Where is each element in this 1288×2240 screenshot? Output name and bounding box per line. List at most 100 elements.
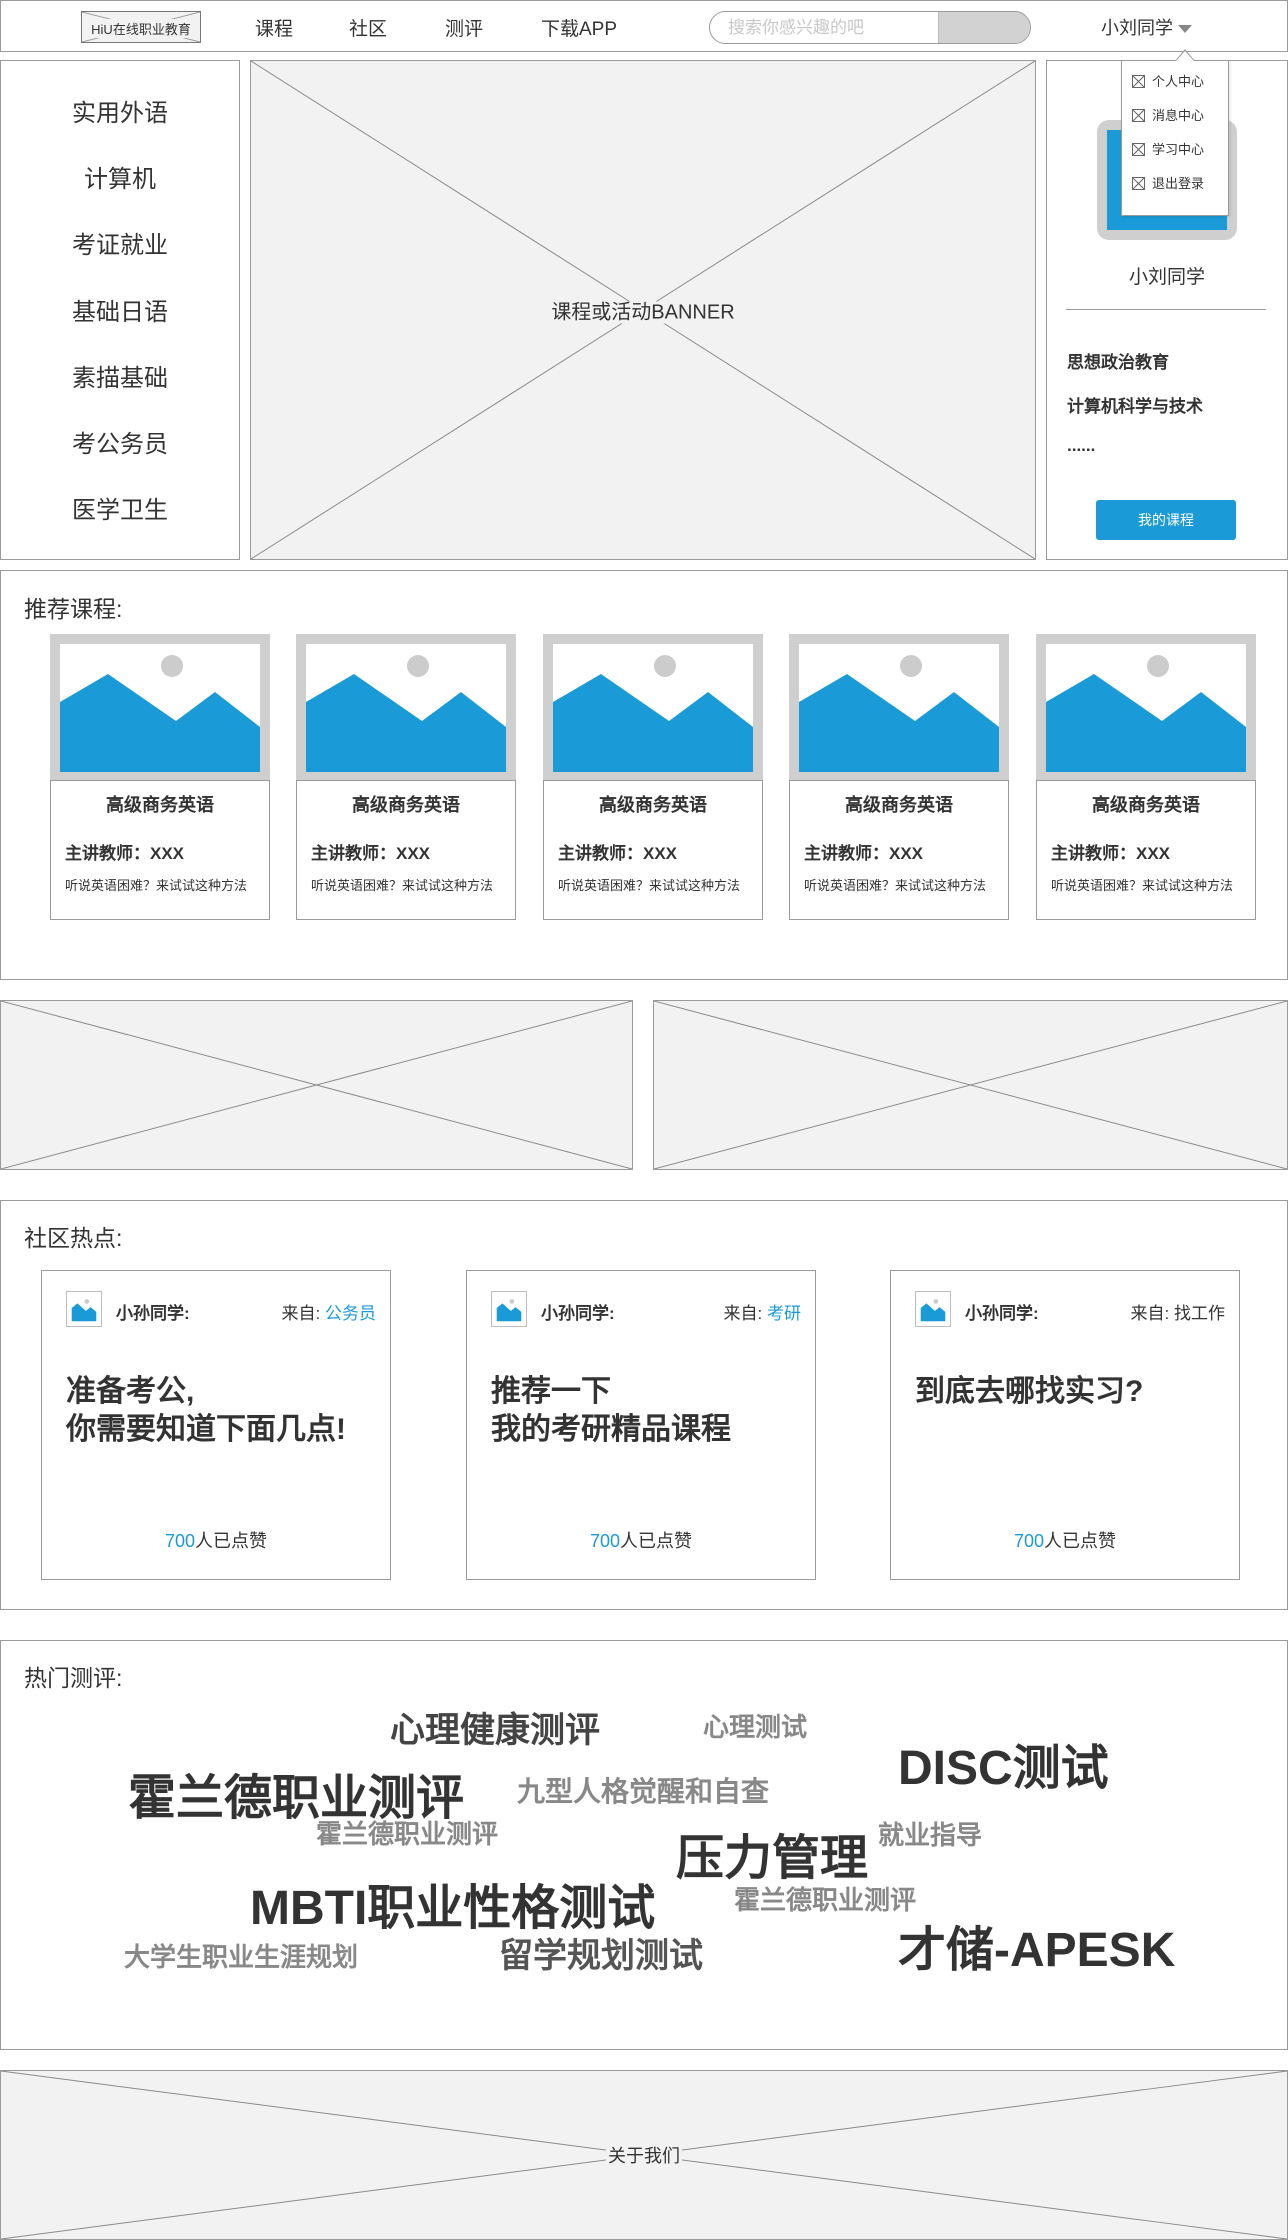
nav-community[interactable]: 社区 [349, 14, 387, 41]
profile-course-item[interactable]: 思想政治教育 [1067, 348, 1169, 373]
assessment-tag[interactable]: 霍兰德职业测评 [316, 1814, 498, 1851]
post-source-tag[interactable]: 考研 [767, 1304, 801, 1323]
post-title-line: 推荐一下 [491, 1375, 611, 1408]
image-icon [1046, 655, 1246, 772]
assessment-tag[interactable]: 九型人格觉醒和自查 [517, 1770, 769, 1810]
banner-caption: 课程或活动BANNER [549, 301, 737, 324]
nav-download-app[interactable]: 下载APP [541, 14, 617, 41]
post-source-tag[interactable]: 找工作 [1174, 1304, 1225, 1323]
course-description: 听说英语困难？来试试这种方法 [1051, 878, 1234, 893]
user-menu[interactable]: 小刘同学 [1101, 14, 1192, 40]
assessment-tag[interactable]: 大学生职业生涯规划 [124, 1937, 358, 1974]
post-likes-text: 人已点赞 [620, 1531, 693, 1551]
dropdown-item-messages[interactable]: 消息中心 [1132, 105, 1204, 124]
assessment-tag[interactable]: 才储-APESK [898, 1910, 1175, 1980]
ad-banner-right[interactable] [653, 1000, 1288, 1170]
course-teacher: 主讲教师：XXX [65, 844, 185, 863]
image-icon [553, 655, 753, 772]
assessment-tag[interactable]: 霍兰德职业测评 [734, 1880, 916, 1917]
my-courses-button[interactable]: 我的课程 [1096, 500, 1236, 540]
category-item-foreign-language[interactable]: 实用外语 [1, 93, 239, 128]
post-source: 来自: 找工作 [1131, 1299, 1225, 1324]
assessment-tag[interactable]: DISC测试 [898, 1728, 1109, 1798]
post-title: 推荐一下 我的考研精品课程 [491, 1373, 731, 1449]
search-input[interactable] [710, 12, 940, 43]
course-thumbnail [296, 634, 516, 782]
dropdown-item-profile[interactable]: 个人中心 [1132, 71, 1204, 90]
course-card[interactable]: 高级商务英语 主讲教师：XXX 听说英语困难？来试试这种方法 [543, 634, 763, 920]
assessment-tag[interactable]: 就业指导 [878, 1815, 982, 1852]
section-title: 社区热点: [24, 1225, 123, 1251]
dropdown-item-logout[interactable]: 退出登录 [1132, 173, 1204, 192]
post-source: 来自: 公务员 [282, 1299, 376, 1324]
community-post-card[interactable]: 小孙同学: 来自: 考研 推荐一下 我的考研精品课程 700人已点赞 [466, 1270, 816, 1580]
hot-assessments-section: 热门测评: [0, 1640, 1288, 2050]
course-title: 高级商务英语 [106, 795, 214, 815]
chevron-down-icon [1178, 25, 1192, 34]
ad-placeholder-graphic [1, 1001, 632, 1169]
author-avatar [915, 1291, 951, 1327]
dropdown-item-label: 个人中心 [1152, 74, 1205, 89]
category-item-sketch[interactable]: 素描基础 [1, 358, 239, 393]
logo-text: HiU在线职业教育 [82, 19, 200, 38]
footer-caption: 关于我们 [606, 2146, 682, 2166]
course-card[interactable]: 高级商务英语 主讲教师：XXX 听说英语困难？来试试这种方法 [50, 634, 270, 920]
community-post-card[interactable]: 小孙同学: 来自: 找工作 到底去哪找实习? 700人已点赞 [890, 1270, 1240, 1580]
ad-banner-left[interactable] [0, 1000, 633, 1170]
assessment-tag[interactable]: 心理测试 [703, 1707, 807, 1744]
post-source-label: 来自: [281, 1304, 321, 1323]
logo[interactable]: HiU在线职业教育 [81, 11, 201, 43]
dropdown-item-learning[interactable]: 学习中心 [1132, 139, 1204, 158]
footer-about-us[interactable]: 关于我们 [0, 2070, 1288, 2240]
course-card[interactable]: 高级商务英语 主讲教师：XXX 听说英语困难？来试试这种方法 [296, 634, 516, 920]
post-author: 小孙同学: [965, 1304, 1039, 1323]
image-icon [920, 1296, 946, 1322]
category-item-medicine[interactable]: 医学卫生 [1, 490, 239, 525]
profile-name: 小刘同学 [1128, 267, 1205, 288]
post-likes: 700人已点赞 [891, 1527, 1239, 1553]
x-box-icon [1132, 109, 1145, 122]
course-description: 听说英语困难？来试试这种方法 [558, 878, 741, 893]
category-item-certification[interactable]: 考证就业 [1, 225, 239, 260]
post-source-tag[interactable]: 公务员 [325, 1304, 376, 1323]
course-title: 高级商务英语 [845, 795, 953, 815]
post-likes: 700人已点赞 [42, 1527, 390, 1553]
course-thumbnail [789, 634, 1009, 782]
course-teacher: 主讲教师：XXX [558, 844, 678, 863]
image-icon [306, 655, 506, 772]
user-dropdown-menu: 个人中心 消息中心 学习中心 退出登录 [1121, 60, 1229, 216]
author-avatar [491, 1291, 527, 1327]
course-thumbnail [1036, 634, 1256, 782]
course-thumbnail [50, 634, 270, 782]
community-post-card[interactable]: 小孙同学: 来自: 公务员 准备考公, 你需要知道下面几点! 700人已点赞 [41, 1270, 391, 1580]
post-likes-count: 700 [589, 1531, 621, 1551]
course-title: 高级商务英语 [352, 795, 460, 815]
category-item-civil-service[interactable]: 考公务员 [1, 424, 239, 459]
nav-courses[interactable]: 课程 [255, 14, 293, 41]
ad-placeholder-graphic [654, 1001, 1287, 1169]
course-thumbnail [543, 634, 763, 782]
profile-course-more[interactable]: ...... [1067, 436, 1095, 456]
x-box-icon [1132, 177, 1145, 190]
category-item-japanese[interactable]: 基础日语 [1, 292, 239, 327]
post-likes-text: 人已点赞 [195, 1531, 268, 1551]
assessment-tag[interactable]: 压力管理 [676, 1818, 868, 1888]
dropdown-item-label: 退出登录 [1152, 176, 1205, 191]
post-title-line: 准备考公, [66, 1375, 195, 1408]
category-item-computer[interactable]: 计算机 [1, 159, 239, 194]
course-card[interactable]: 高级商务英语 主讲教师：XXX 听说英语困难？来试试这种方法 [1036, 634, 1256, 920]
nav-assessment[interactable]: 测评 [445, 14, 483, 41]
image-icon [496, 1296, 522, 1322]
assessment-tag[interactable]: 留学规划测试 [499, 1928, 703, 1977]
course-description: 听说英语困难？来试试这种方法 [311, 878, 494, 893]
top-navigation-bar: HiU在线职业教育 课程 社区 测评 下载APP 小刘同学 [0, 0, 1288, 52]
course-teacher: 主讲教师：XXX [1051, 844, 1171, 863]
banner[interactable]: 课程或活动BANNER [250, 60, 1036, 560]
post-likes-count: 700 [1013, 1531, 1045, 1551]
profile-course-item[interactable]: 计算机科学与技术 [1067, 392, 1203, 417]
course-teacher: 主讲教师：XXX [804, 844, 924, 863]
search-button[interactable] [938, 12, 1030, 43]
course-title: 高级商务英语 [1092, 795, 1200, 815]
course-card[interactable]: 高级商务英语 主讲教师：XXX 听说英语困难？来试试这种方法 [789, 634, 1009, 920]
assessment-tag[interactable]: 心理健康测评 [390, 1702, 600, 1753]
